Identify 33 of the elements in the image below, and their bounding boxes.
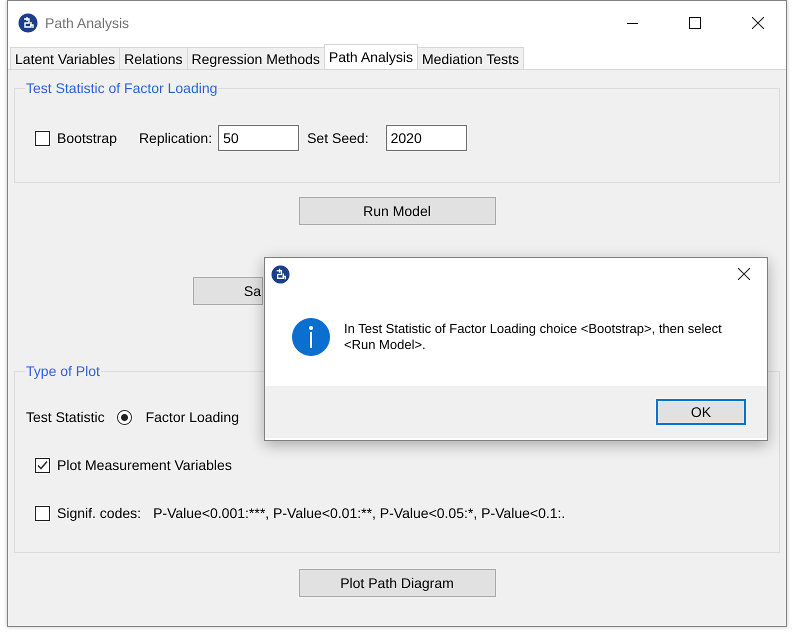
group-title: Type of Plot [25,363,101,379]
test-statistic-label: Test Statistic [26,409,105,425]
tab[interactable]: Latent Variables [10,47,120,69]
tab[interactable]: Relations [119,47,188,69]
app-logo-icon [271,264,290,284]
dialog-message: In Test Statistic of Factor Loading choice <Bootstrap>, then select <Run Model>. [344,321,723,353]
info-icon [292,318,330,356]
replication-field[interactable]: 50 [218,125,300,151]
replication-label: Replication: [138,130,212,146]
checkbox-label: Plot Measurement Variables [57,457,232,473]
checkbox[interactable] [35,130,50,146]
maximize-icon [689,17,701,29]
radio-button[interactable] [116,410,132,424]
seed-field[interactable]: 2020 [386,125,467,151]
close-icon [738,268,750,280]
checkbox-label: Bootstrap [57,130,117,146]
checkbox-label: Signif. codes: [57,505,142,521]
plot-path-diagram-button[interactable]: Plot Path Diagram [298,569,496,597]
window-title: Path Analysis [45,15,130,31]
minimize-icon [626,22,638,24]
radio-label: Factor Loading [146,409,239,425]
seed-label: Set Seed: [307,130,369,146]
tab[interactable]: Mediation Tests [416,47,524,69]
signif-codes-note: P-Value<0.001:***, P-Value<0.01:**, P-Value<0.05:*, P-Value<0.1:. [153,505,566,521]
close-icon [752,17,764,29]
run-model-button[interactable]: Run Model [298,197,496,225]
checkbox[interactable] [35,458,50,472]
ok-button[interactable]: OK [656,399,746,425]
app-logo-icon [18,13,38,33]
tab[interactable]: Regression Methods [186,47,325,69]
checkbox[interactable] [35,506,50,520]
group-title: Test Statistic of Factor Loading [25,80,218,96]
save-button[interactable]: Sa [193,277,263,305]
